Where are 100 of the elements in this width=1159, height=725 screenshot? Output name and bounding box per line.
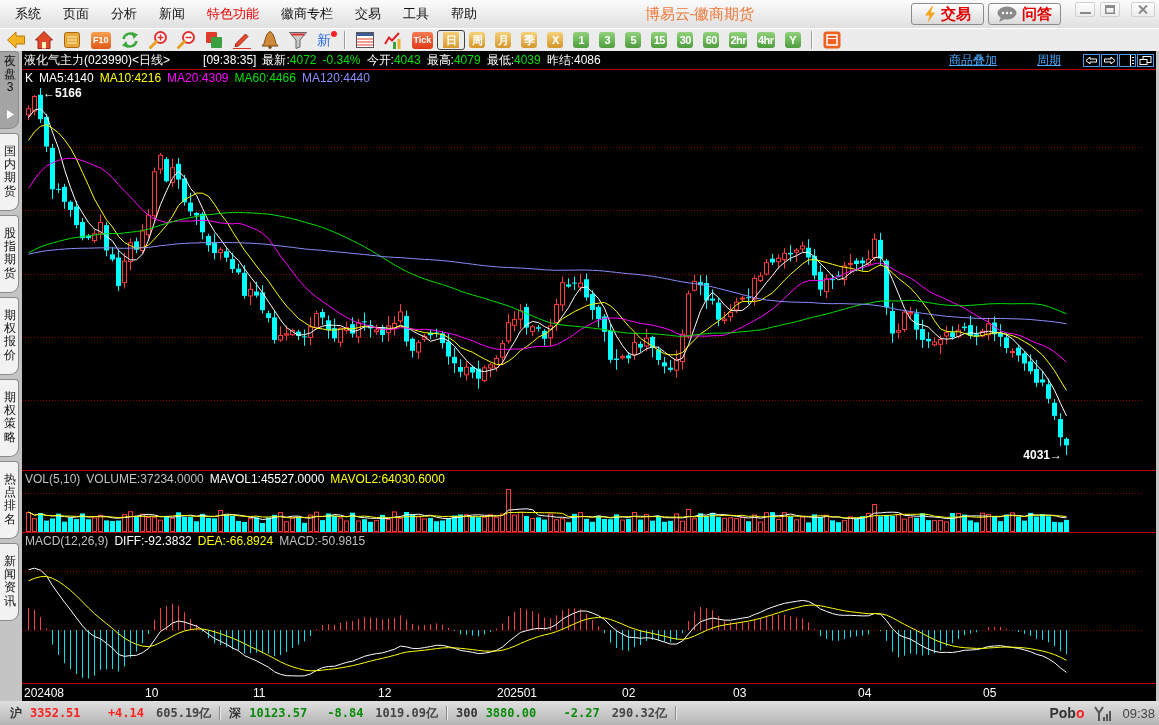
clock-time: 09:38	[1122, 705, 1155, 721]
menu-item[interactable]: 页面	[52, 2, 100, 26]
frame-icon[interactable]	[822, 31, 841, 49]
menu-item[interactable]: 新闻	[148, 2, 196, 26]
toolbar-link[interactable]: 商品叠加	[949, 51, 997, 69]
index-value: 3352.51	[30, 706, 82, 720]
index-change: -2.27	[562, 706, 600, 720]
quote-label: 今开:	[366, 52, 394, 67]
moving-average-legend: MA20:4309	[167, 71, 229, 85]
pencil-icon[interactable]	[232, 31, 251, 49]
minimize-button[interactable]	[1075, 2, 1095, 17]
period-button[interactable]: 3	[599, 32, 616, 48]
x-axis-label: 10	[145, 686, 159, 700]
x-axis-label: 12	[378, 686, 392, 700]
line-chart-icon[interactable]	[383, 31, 402, 49]
period-button[interactable]: 5	[625, 32, 642, 48]
menu-item[interactable]: 分析	[100, 2, 148, 26]
expand-arrow-icon[interactable]	[6, 109, 14, 119]
trade-button[interactable]: 交易	[911, 3, 984, 25]
quote-value: 4086	[574, 52, 601, 67]
menu-item[interactable]: 系统	[4, 2, 52, 26]
home-icon[interactable]	[35, 31, 53, 49]
quote-time: [09:38:35]	[203, 53, 257, 67]
signal-icon	[1094, 705, 1113, 721]
qa-button[interactable]: 问答	[988, 3, 1061, 25]
index-name: 300	[455, 706, 478, 720]
contract-title: 液化气主力(023990)<日线>	[24, 51, 171, 69]
moving-average-legend: MA10:4216	[99, 71, 162, 85]
quote-label: 昨结:	[546, 52, 574, 67]
notepad-icon[interactable]	[63, 31, 81, 49]
overlapping-squares-icon[interactable]	[204, 31, 223, 49]
minimize-icon	[1079, 11, 1091, 14]
side-tab[interactable]: 夜盘3	[0, 51, 19, 129]
high-price-label: ←5166	[43, 86, 82, 101]
side-tab[interactable]: 期权报价	[0, 297, 19, 375]
restore-icon[interactable]	[1137, 53, 1154, 67]
zoom-out-icon[interactable]	[176, 31, 195, 49]
quote-label: 最高:	[426, 52, 454, 67]
side-tab[interactable]: 期权策略	[0, 379, 19, 457]
index-amount: 1019.09亿	[375, 704, 438, 722]
index-value: 10123.57	[249, 706, 309, 720]
moving-average-legend: MA5:4140	[39, 71, 94, 85]
index-name: 深	[229, 704, 242, 722]
side-tab[interactable]: 热点排名	[0, 461, 19, 539]
table-icon[interactable]	[355, 31, 374, 49]
period-button[interactable]: 60	[703, 32, 720, 48]
macd-legend: DEA:-66.8924	[197, 534, 274, 548]
index-amount: 605.19亿	[156, 704, 212, 722]
side-tab[interactable]: 新闻资讯	[0, 543, 19, 621]
quote-value: 4039	[513, 52, 541, 67]
refresh-icon[interactable]	[120, 31, 139, 49]
quote-label: 最低:	[486, 52, 514, 67]
scroll-left-icon[interactable]	[1083, 53, 1100, 67]
period-button[interactable]: 1	[573, 32, 590, 48]
quote-change: -0.34%	[322, 52, 361, 67]
menu-item[interactable]: 工具	[392, 2, 440, 26]
x-axis-label: 05	[983, 686, 997, 700]
volume-legend: VOL(5,10)	[25, 472, 81, 486]
menu-item[interactable]: 帮助	[440, 2, 488, 26]
side-tab[interactable]: 国内期货	[0, 133, 19, 211]
maximize-button[interactable]	[1100, 2, 1120, 17]
logo-text: Pobo	[1049, 705, 1085, 721]
side-tab[interactable]: 股指期货	[0, 215, 19, 293]
bell-icon[interactable]	[260, 31, 279, 49]
quote-label: 最新:	[262, 52, 290, 67]
x-axis-label: 202501	[497, 686, 538, 700]
index-value: 3880.00	[485, 706, 538, 720]
x-axis-label: 202408	[24, 686, 65, 700]
scroll-right-icon[interactable]	[1101, 53, 1118, 67]
volume-legend: VOLUME:37234.0000	[86, 472, 204, 486]
maximize-icon	[1105, 5, 1115, 14]
news-button[interactable]: 新	[316, 31, 334, 49]
menu-item[interactable]: 徽商专栏	[270, 2, 344, 26]
window-title: 博易云-徽商期货	[644, 4, 755, 24]
menu-item[interactable]: 特色功能	[196, 2, 270, 26]
index-name: 沪	[10, 704, 22, 722]
indicator-label: K	[25, 71, 33, 85]
close-button[interactable]	[1131, 2, 1155, 17]
f10-button[interactable]: F10	[91, 31, 111, 49]
split-panel-icon[interactable]	[1119, 53, 1136, 67]
index-change: -8.84	[326, 706, 364, 720]
moving-average-legend: MA60:4466	[234, 71, 296, 85]
toolbar-link[interactable]: 周期	[1037, 51, 1061, 69]
moving-average-legend: MA120:4440	[301, 71, 370, 85]
x-axis-label: 04	[858, 686, 872, 700]
back-arrow-icon[interactable]	[7, 31, 25, 49]
filter-icon[interactable]	[288, 31, 307, 49]
quote-value: 4043	[393, 52, 421, 67]
volume-legend: MAVOL2:64030.6000	[330, 472, 445, 486]
tick-button[interactable]: Tick	[411, 31, 434, 49]
zoom-in-icon[interactable]	[148, 31, 167, 49]
period-button[interactable]: 4hr	[757, 32, 775, 48]
period-button[interactable]: 15	[651, 32, 668, 48]
period-button[interactable]: 30	[677, 32, 694, 48]
menu-item[interactable]: 交易	[344, 2, 392, 26]
period-button[interactable]: 2hr	[729, 32, 747, 48]
macd-legend: MACD(12,26,9)	[25, 534, 109, 548]
x-axis-label: 03	[733, 686, 747, 700]
period-button[interactable]: Y	[784, 32, 801, 48]
chat-bubble-icon	[997, 6, 1017, 22]
